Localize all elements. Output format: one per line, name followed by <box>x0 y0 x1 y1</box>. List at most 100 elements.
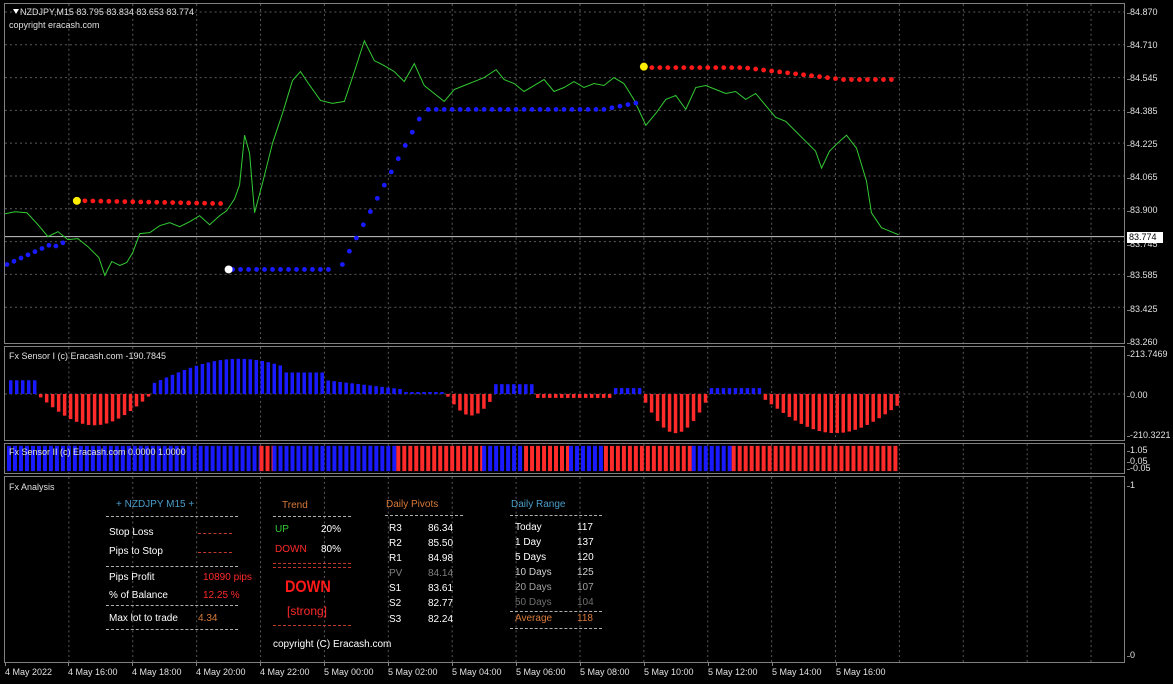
sensor1-bar <box>571 393 576 398</box>
sensor2-bar <box>414 445 419 472</box>
symbol-label: + NZDJPY M15 + <box>116 499 195 510</box>
support-dot <box>465 106 471 112</box>
pivot-r3-value: 86.34 <box>428 523 454 534</box>
sensor2-bar <box>204 445 209 472</box>
price-chart-canvas[interactable] <box>5 4 1124 343</box>
sensor1-bar <box>440 392 444 394</box>
sensor1-bar <box>763 393 768 400</box>
price-tick: 84.545 <box>1130 73 1158 83</box>
sensor2-bar <box>402 445 407 472</box>
sensor2-bar <box>332 445 337 472</box>
sensor1-bar <box>266 362 271 394</box>
sensor2-pane[interactable]: Fx Sensor II (c) Eracash.com 0.0000 1.00… <box>4 443 1125 474</box>
support-dot <box>395 156 401 162</box>
analysis-copyright: copyright (C) Eracash.com <box>273 639 392 650</box>
sensor1-bar <box>601 393 606 398</box>
support-dot <box>433 106 439 112</box>
sensor1-bar <box>32 380 37 394</box>
sensor2-bar <box>560 445 565 472</box>
sensor2-bar <box>350 445 355 472</box>
analysis-axis[interactable]: 1 0 <box>1127 476 1173 663</box>
sensor2-bar <box>639 445 644 472</box>
sensor2-axis[interactable]: 1.05 0.05 -0.05 <box>1127 443 1173 474</box>
sensor1-tick: -210.3221 <box>1130 430 1171 440</box>
sensor1-bar <box>667 393 672 432</box>
support-dot <box>513 106 519 112</box>
time-tick: 5 May 02:00 <box>388 667 438 677</box>
price-tick: 84.870 <box>1130 7 1158 17</box>
sensor2-bar <box>574 445 579 472</box>
sensor1-bar <box>691 393 696 422</box>
support-dot <box>473 106 479 112</box>
price-axis[interactable]: 84.870 84.710 84.545 84.385 84.225 84.06… <box>1127 3 1173 347</box>
sensor2-bar <box>259 445 264 472</box>
price-chart-pane[interactable]: NZDJPY,M15 83.795 83.834 83.653 83.774 c… <box>4 3 1125 344</box>
sensor1-bar <box>500 384 504 394</box>
support-dot <box>497 106 503 112</box>
resistance-dot <box>777 69 783 75</box>
sensor2-bar <box>755 445 760 472</box>
sensor1-bar <box>392 388 396 394</box>
sensor2-bar <box>621 445 626 472</box>
sensor2-bar <box>192 445 197 472</box>
sensor2-bar <box>468 445 473 472</box>
sensor2-bar <box>278 445 283 472</box>
pivot-s1-value: 83.61 <box>428 583 454 594</box>
trend-down-label: DOWN <box>275 544 307 555</box>
sensor1-bar <box>583 393 588 398</box>
sensor2-bar <box>420 445 425 472</box>
resistance-dot <box>697 65 703 71</box>
support-dot <box>5 262 10 267</box>
pivot-pv-label: PV <box>389 568 403 579</box>
sensor2-bar <box>314 445 319 472</box>
support-dot <box>374 195 380 201</box>
sensor1-bar <box>200 364 205 394</box>
resistance-dot <box>841 77 846 82</box>
sensor1-bar <box>98 393 103 425</box>
sensor1-bar <box>80 393 85 424</box>
sensor1-bar <box>577 393 582 398</box>
support-dot <box>367 209 373 214</box>
support-dot <box>388 169 394 175</box>
support-dot <box>238 267 243 272</box>
sensor1-axis[interactable]: 213.7469 0.00 -210.3221 <box>1127 346 1173 441</box>
sensor1-bar <box>655 393 660 422</box>
sensor1-bar <box>637 388 642 394</box>
support-dot <box>529 106 535 112</box>
support-dot <box>360 222 366 228</box>
support-dot <box>270 267 275 272</box>
sensor1-bar <box>745 388 750 394</box>
sensor1-bar <box>470 393 474 416</box>
sensor2-bar <box>715 445 720 472</box>
support-dot <box>585 106 591 112</box>
chart-menu-triangle-icon[interactable] <box>13 9 19 14</box>
sensor1-bar <box>44 393 49 403</box>
sensor1-bar <box>8 380 13 394</box>
price-tick: 84.710 <box>1130 40 1158 50</box>
divider <box>106 605 238 606</box>
sensor2-bar <box>731 445 736 472</box>
sensor1-pane[interactable]: Fx Sensor I (c) Eracash.com -190.7845 <box>4 346 1125 441</box>
time-tick: 5 May 00:00 <box>324 667 374 677</box>
support-dot <box>46 242 52 248</box>
sensor2-bar <box>386 445 391 472</box>
trend-strength: [strong] <box>287 604 328 618</box>
sensor1-bar <box>194 365 199 394</box>
sensor2-bar <box>651 445 656 472</box>
price-tick: 84.065 <box>1130 172 1158 182</box>
time-axis[interactable]: 4 May 2022 4 May 16:00 4 May 18:00 4 May… <box>4 663 1125 683</box>
pips-to-stop-value <box>198 552 232 553</box>
sensor1-bar <box>284 372 288 394</box>
sensor1-canvas <box>5 347 1124 440</box>
sensor2-bar <box>615 445 620 472</box>
support-dot <box>577 106 583 112</box>
analysis-pane[interactable]: Fx Analysis + NZDJPY M15 + Stop Loss Pip… <box>4 476 1125 663</box>
sensor2-tick: 1.05 <box>1130 445 1148 455</box>
sensor2-bar <box>222 445 227 472</box>
sensor2-bar <box>530 445 535 472</box>
sensor2-bar <box>785 445 790 472</box>
sensor2-bar <box>675 445 680 472</box>
sensor2-bar <box>645 445 650 472</box>
time-tick: 4 May 2022 <box>5 667 53 677</box>
sensor1-bar <box>434 392 438 394</box>
